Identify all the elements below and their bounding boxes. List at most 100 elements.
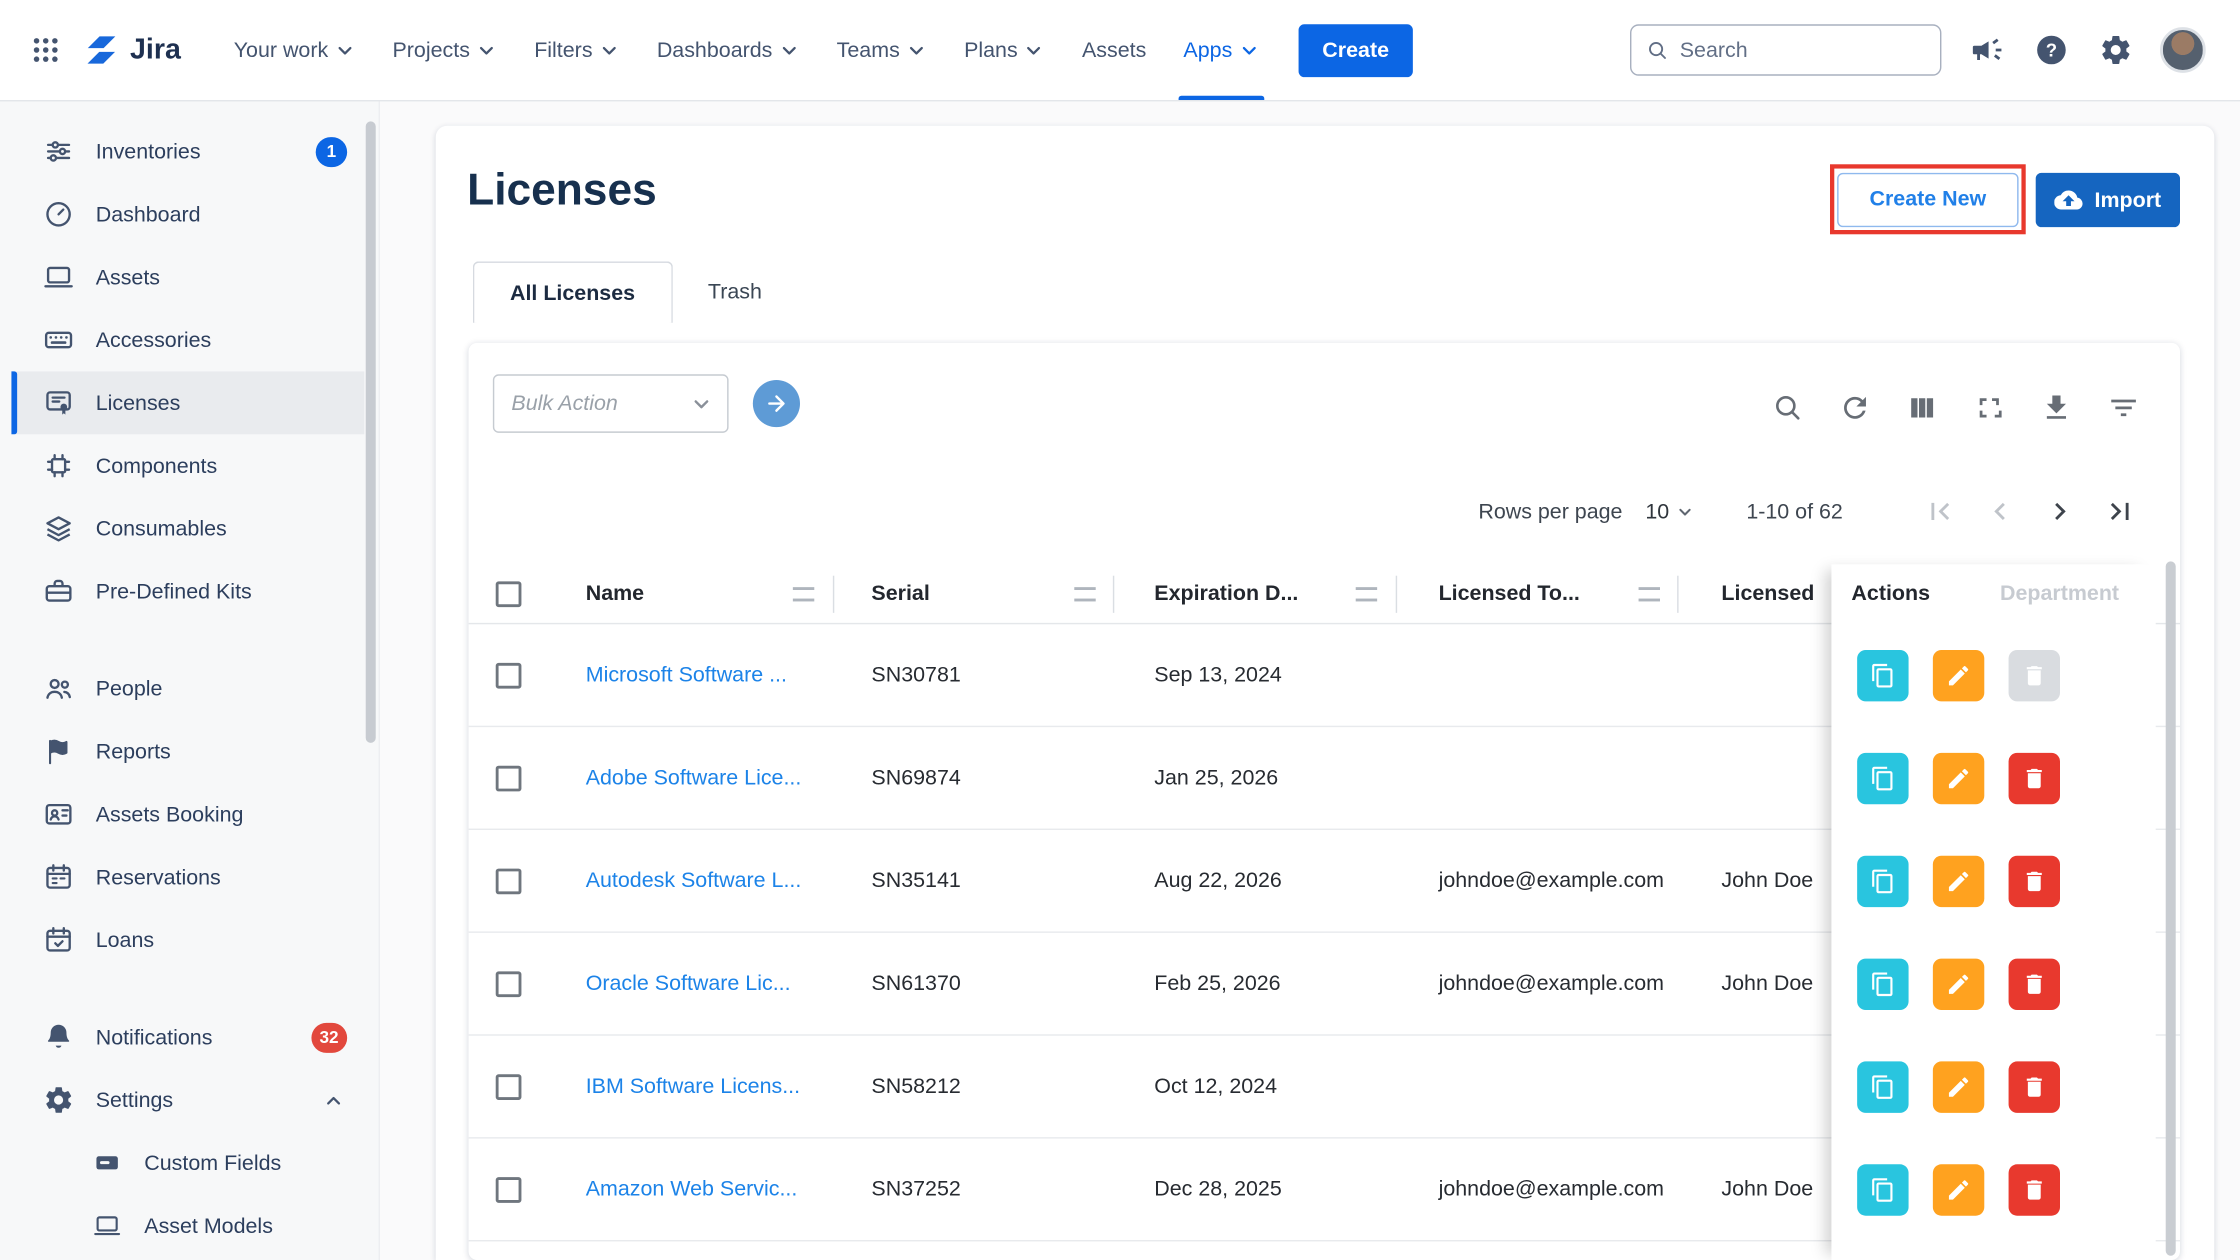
sidebar-item-notifications[interactable]: Notifications 32: [11, 1006, 364, 1069]
download-icon[interactable]: [2039, 390, 2073, 424]
column-header-licensed-to[interactable]: Licensed To...: [1439, 564, 1580, 624]
column-drag-handle[interactable]: [793, 587, 814, 601]
row-checkbox[interactable]: [496, 869, 522, 895]
edit-button[interactable]: [1933, 959, 1984, 1010]
edit-button[interactable]: [1933, 1164, 1984, 1215]
sidebar-item-loans[interactable]: Loans: [11, 909, 364, 972]
row-checkbox[interactable]: [496, 1074, 522, 1100]
table-search-icon[interactable]: [1770, 390, 1804, 424]
row-checkbox[interactable]: [496, 766, 522, 792]
column-drag-handle[interactable]: [1074, 587, 1095, 601]
nav-plans[interactable]: Plans: [946, 0, 1064, 100]
column-header-licensed[interactable]: Licensed: [1721, 564, 1814, 624]
delete-button-disabled[interactable]: [2009, 650, 2060, 701]
import-button[interactable]: Import: [2036, 173, 2180, 227]
select-all-checkbox[interactable]: [496, 581, 522, 607]
sidebar-item-people[interactable]: People: [11, 657, 364, 720]
previous-page-button[interactable]: [1980, 491, 2020, 531]
sidebar-item-settings[interactable]: Settings: [11, 1069, 364, 1132]
logo-text: Jira: [130, 34, 181, 67]
edit-button[interactable]: [1933, 753, 1984, 804]
tab-trash[interactable]: Trash: [672, 261, 797, 322]
bulk-action-select[interactable]: Bulk Action: [493, 374, 729, 433]
bulk-action-submit-button[interactable]: [753, 380, 800, 427]
filter-icon[interactable]: [2106, 390, 2140, 424]
tab-all-licenses[interactable]: All Licenses: [473, 261, 672, 322]
help-button[interactable]: ?: [2031, 31, 2070, 70]
sidebar-item-components[interactable]: Components: [11, 434, 364, 497]
create-new-button[interactable]: Create New: [1837, 172, 2018, 226]
clone-button[interactable]: [1857, 1061, 1908, 1112]
jira-logo[interactable]: Jira: [83, 31, 181, 68]
nav-your-work[interactable]: Your work: [215, 0, 374, 100]
settings-button[interactable]: [2096, 31, 2135, 70]
next-page-button[interactable]: [2040, 491, 2080, 531]
edit-button[interactable]: [1933, 1061, 1984, 1112]
edit-button[interactable]: [1933, 650, 1984, 701]
delete-button[interactable]: [2009, 1164, 2060, 1215]
table-scrollbar[interactable]: [2166, 561, 2176, 1255]
delete-button[interactable]: [2009, 856, 2060, 907]
clone-button[interactable]: [1857, 1164, 1908, 1215]
clone-button[interactable]: [1857, 753, 1908, 804]
sidebar-item-reservations[interactable]: Reservations: [11, 846, 364, 909]
license-name-link[interactable]: Adobe Software Lice...: [586, 727, 802, 830]
delete-button[interactable]: [2009, 959, 2060, 1010]
clone-button[interactable]: [1857, 650, 1908, 701]
clone-button[interactable]: [1857, 959, 1908, 1010]
column-header-expiration[interactable]: Expiration D...: [1154, 564, 1298, 624]
first-page-button[interactable]: [1920, 491, 1960, 531]
sidebar-item-inventories[interactable]: Inventories 1: [11, 120, 364, 183]
column-drag-handle[interactable]: [1639, 587, 1660, 601]
chevron-down-icon: [476, 39, 497, 60]
sidebar-item-custom-fields[interactable]: Custom Fields: [11, 1131, 364, 1194]
license-name-link[interactable]: IBM Software Licens...: [586, 1036, 800, 1139]
column-header-name[interactable]: Name: [586, 564, 644, 624]
user-avatar[interactable]: [2160, 27, 2206, 73]
search-input[interactable]: [1680, 38, 1926, 62]
sidebar-item-asset-models[interactable]: Asset Models: [11, 1194, 364, 1257]
refresh-icon[interactable]: [1837, 390, 1871, 424]
search-icon: [1646, 37, 1669, 63]
nav-dashboards[interactable]: Dashboards: [638, 0, 818, 100]
nav-teams[interactable]: Teams: [818, 0, 945, 100]
nav-apps[interactable]: Apps: [1165, 0, 1278, 100]
nav-filters[interactable]: Filters: [516, 0, 639, 100]
sidebar-item-consumables[interactable]: Consumables: [11, 497, 364, 560]
sidebar-item-predefined-kits[interactable]: Pre-Defined Kits: [11, 560, 364, 623]
license-name-link[interactable]: Amazon Web Servic...: [586, 1139, 798, 1242]
sidebar-item-accessories[interactable]: Accessories: [11, 309, 364, 372]
row-checkbox[interactable]: [496, 1177, 522, 1203]
license-name-link[interactable]: Microsoft Software ...: [586, 624, 787, 727]
sidebar-item-reports[interactable]: Reports: [11, 720, 364, 783]
app-switcher-button[interactable]: [20, 24, 71, 75]
edit-button[interactable]: [1933, 856, 1984, 907]
last-page-button[interactable]: [2100, 491, 2140, 531]
nav-projects[interactable]: Projects: [374, 0, 516, 100]
view-columns-icon[interactable]: [1904, 390, 1938, 424]
announcements-button[interactable]: [1967, 31, 2006, 70]
sidebar-item-dashboard[interactable]: Dashboard: [11, 183, 364, 246]
sidebar-item-assets-booking[interactable]: Assets Booking: [11, 783, 364, 846]
global-search[interactable]: [1630, 24, 1941, 75]
rows-per-page-select[interactable]: 10: [1645, 499, 1695, 523]
trash-icon: [2021, 1074, 2047, 1100]
layers-icon: [43, 513, 74, 544]
row-checkbox[interactable]: [496, 663, 522, 689]
delete-button[interactable]: [2009, 1061, 2060, 1112]
sidebar-item-licenses[interactable]: Licenses: [11, 371, 364, 434]
row-checkbox[interactable]: [496, 971, 522, 997]
sidebar-scrollbar[interactable]: [366, 121, 376, 742]
license-name-link[interactable]: Oracle Software Lic...: [586, 933, 791, 1036]
delete-button[interactable]: [2009, 753, 2060, 804]
nav-label: Teams: [837, 38, 900, 62]
fullscreen-icon[interactable]: [1971, 390, 2005, 424]
global-create-button[interactable]: Create: [1298, 24, 1413, 77]
clone-button[interactable]: [1857, 856, 1908, 907]
column-drag-handle[interactable]: [1356, 587, 1377, 601]
column-header-serial[interactable]: Serial: [871, 564, 929, 624]
calendar-icon: [43, 861, 74, 892]
license-name-link[interactable]: Autodesk Software L...: [586, 830, 802, 933]
nav-assets[interactable]: Assets: [1063, 0, 1164, 100]
sidebar-item-assets[interactable]: Assets: [11, 246, 364, 309]
